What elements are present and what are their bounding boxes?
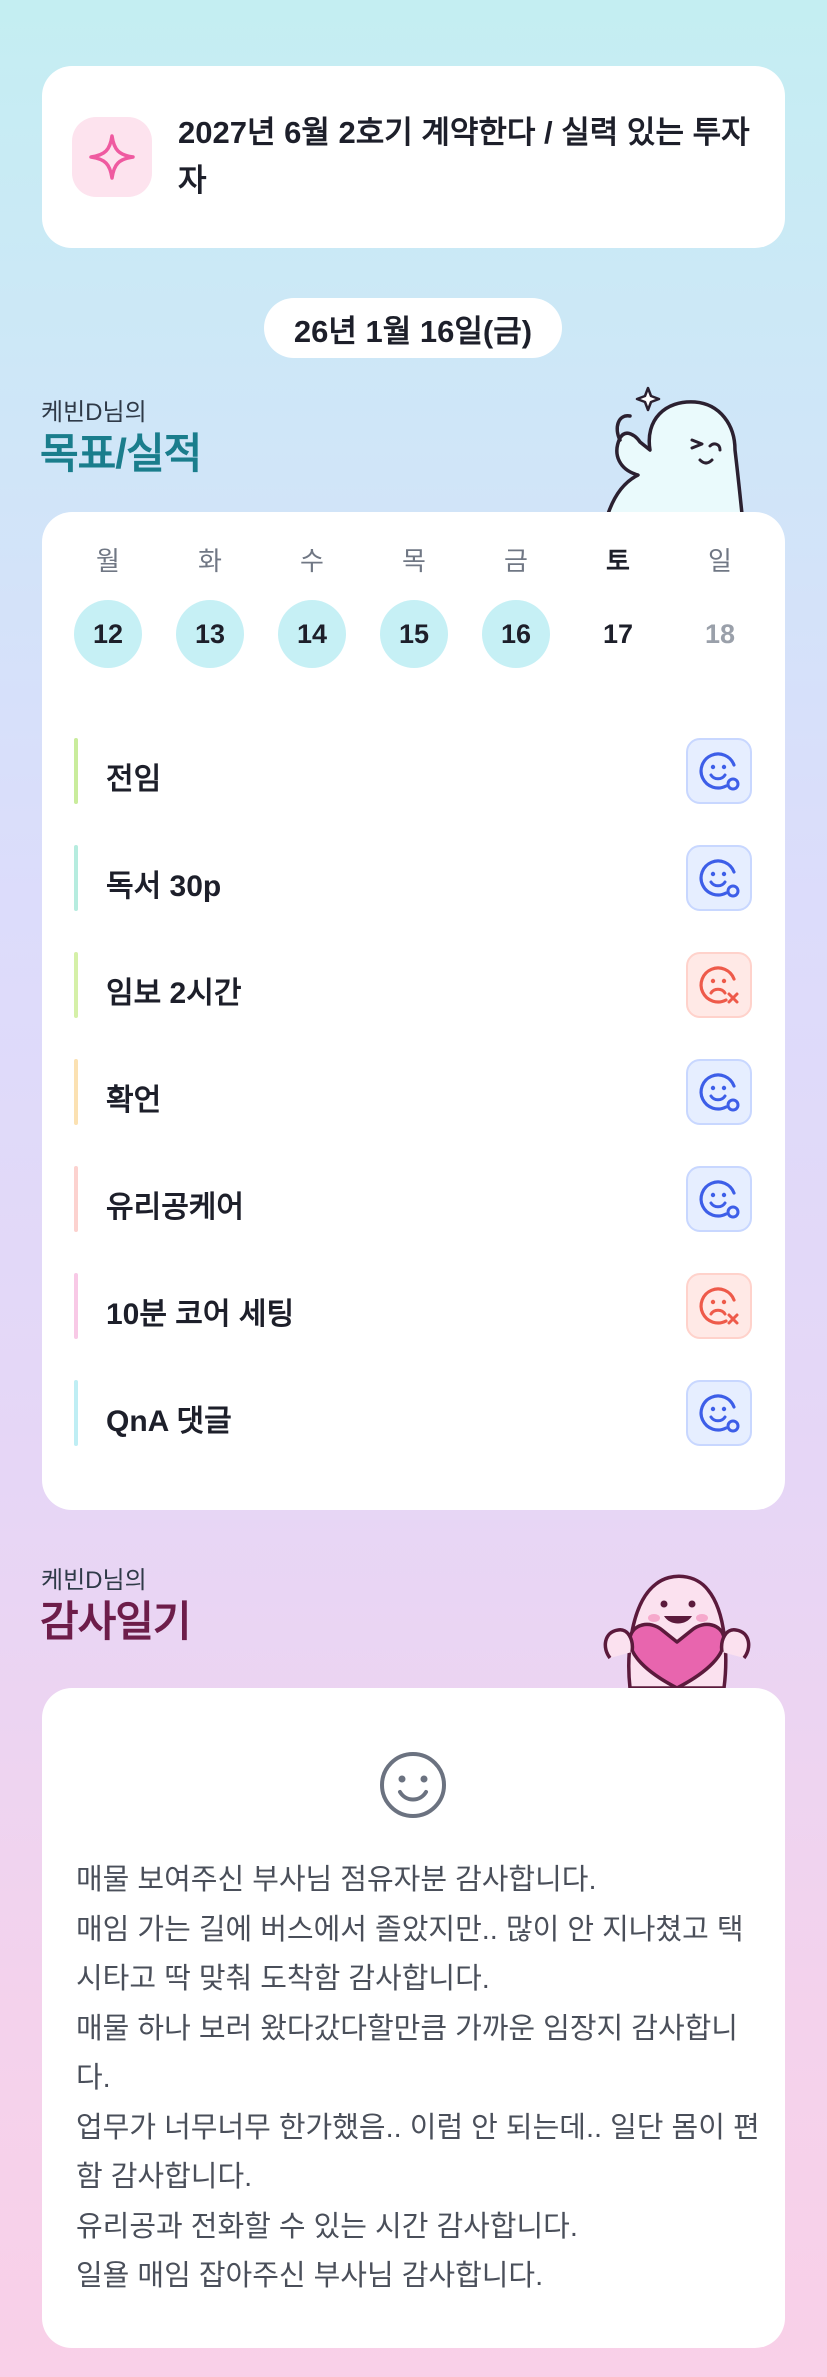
task-label: QnA 댓글 [106,1404,232,1438]
diary-line: 매물 보여주신 부사님 점유자분 감사합니다. [76,1864,597,1896]
status-missed-icon[interactable] [686,952,752,1018]
diary-line: 매물 하나 보러 왔다갔다할만큼 가까운 임장지 감사합니다. [76,2012,738,2095]
task-item[interactable]: QnA 댓글 [74,1364,754,1471]
task-item[interactable]: 전임 [74,722,754,829]
sparkle-icon [72,117,152,197]
task-color-bar [74,845,78,911]
calendar-day[interactable]: 12 [74,600,142,668]
task-label: 확언 [106,1083,162,1117]
calendar-day[interactable]: 17 [584,600,652,668]
goal-text: 2027년 6월 2호기 계약한다 / 실력 있는 투자자 [178,115,750,198]
status-missed-icon[interactable] [686,1273,752,1339]
diary-line: 매임 가는 길에 버스에서 졸았지만.. 많이 안 지나쳤고 택시타고 딱 맞춰… [76,1913,744,1996]
task-color-bar [74,738,78,804]
goals-card: 월 화 수 목 금 토 일 12 13 14 15 16 17 18 전임 독서… [42,512,785,1510]
task-color-bar [74,952,78,1018]
date-pill[interactable]: 26년 1월 16일(금) [264,298,562,358]
diary-line: 일욜 매임 잡아주신 부사님 감사합니다. [76,2260,544,2292]
task-label: 10분 코어 세팅 [106,1297,295,1331]
calendar-day[interactable]: 16 [482,600,550,668]
task-color-bar [74,1380,78,1446]
task-item[interactable]: 유리공케어 [74,1150,754,1257]
task-item[interactable]: 임보 2시간 [74,936,754,1043]
status-done-icon[interactable] [686,738,752,804]
task-color-bar [74,1273,78,1339]
smile-icon [380,1752,446,1818]
ghost-mascot-icon [606,386,744,514]
task-item[interactable]: 독서 30p [74,829,754,936]
weekday-label: 금 [504,546,528,576]
weekday-label: 수 [300,546,324,576]
diary-line: 업무가 너무너무 한가했음.. 이럼 안 되는데.. 일단 몸이 편함 감사합니… [76,2111,760,2194]
weekday-label: 화 [198,546,222,576]
task-label: 전임 [106,762,162,796]
task-label: 임보 2시간 [106,976,242,1010]
calendar-day[interactable]: 13 [176,600,244,668]
status-done-icon[interactable] [686,845,752,911]
goals-section-title: 목표/실적 [40,430,202,477]
gratitude-diary-card: 매물 보여주신 부사님 점유자분 감사합니다. 매임 가는 길에 버스에서 졸았지… [42,1688,785,2348]
calendar-day[interactable]: 18 [686,600,754,668]
diary-section-title: 감사일기 [40,1598,192,1645]
gratitude-diary-text: 매물 보여주신 부사님 점유자분 감사합니다. 매임 가는 길에 버스에서 졸았지… [76,1856,766,2302]
weekday-label: 목 [402,546,426,576]
task-list: 전임 독서 30p 임보 2시간 확언 유리공케어 10분 코어 세팅 QnA … [74,722,754,1471]
weekday-label: 월 [96,546,120,576]
calendar-day[interactable]: 14 [278,600,346,668]
weekday-label: 토 [606,546,630,576]
status-done-icon[interactable] [686,1166,752,1232]
heart-mascot-icon [603,1574,751,1688]
task-color-bar [74,1059,78,1125]
task-label: 유리공케어 [106,1190,244,1224]
weekday-label: 일 [708,546,732,576]
calendar-day[interactable]: 15 [380,600,448,668]
goal-card: 2027년 6월 2호기 계약한다 / 실력 있는 투자자 [42,66,785,248]
task-item[interactable]: 10분 코어 세팅 [74,1257,754,1364]
task-item[interactable]: 확언 [74,1043,754,1150]
task-color-bar [74,1166,78,1232]
status-done-icon[interactable] [686,1380,752,1446]
status-done-icon[interactable] [686,1059,752,1125]
task-label: 독서 30p [106,869,222,903]
diary-line: 유리공과 전화할 수 있는 시간 감사합니다. [76,2210,578,2243]
week-calendar: 월 화 수 목 금 토 일 12 13 14 15 16 17 18 [74,542,754,668]
